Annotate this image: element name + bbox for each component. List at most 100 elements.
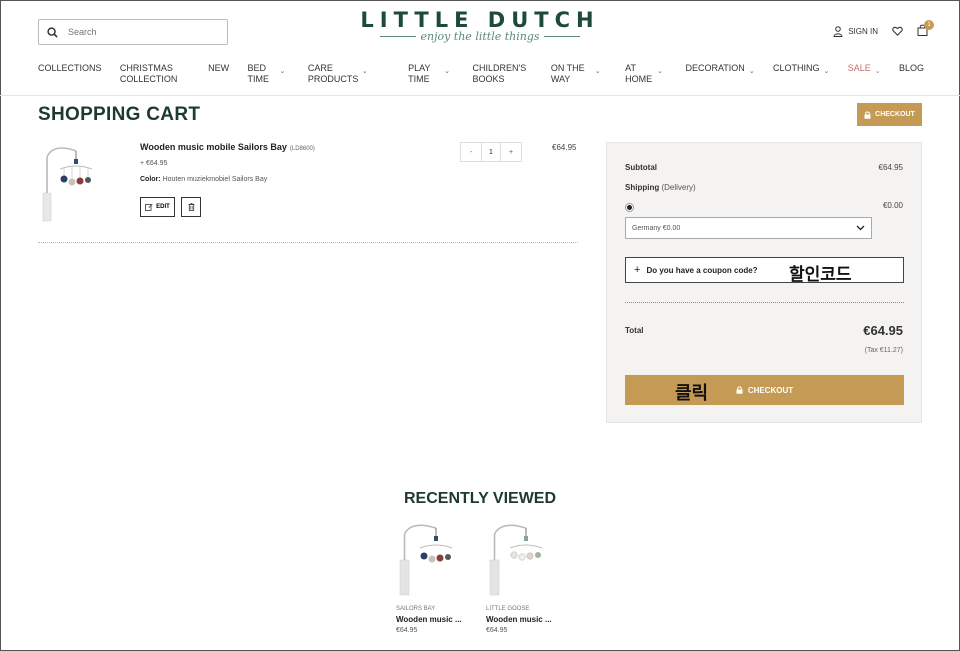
edit-button[interactable]: EDIT [140, 197, 175, 217]
nav-care-products[interactable]: CARE PRODUCTS ⌄ [308, 63, 390, 85]
color-label: Color: [140, 176, 161, 183]
chevron-down-icon: ⌄ [657, 68, 664, 75]
nav-label: BED TIME [247, 63, 270, 84]
nav-new[interactable]: NEW [208, 63, 229, 85]
logo-wordmark: LITTLE DUTCH [360, 8, 600, 32]
logo-tagline: enjoy the little things [420, 30, 540, 43]
edit-label: EDIT [156, 204, 170, 210]
trash-icon [188, 203, 194, 211]
heart-icon[interactable] [892, 26, 903, 36]
lock-icon [736, 386, 743, 394]
qty-decrease-button[interactable]: - [461, 143, 481, 161]
checkout-label: CHECKOUT [875, 111, 915, 118]
chevron-down-icon: ⌄ [874, 68, 881, 75]
click-annotation: 클릭 [675, 383, 709, 404]
coupon-annotation: 할인코드 [789, 265, 852, 285]
nav-clothing[interactable]: CLOTHING ⌄ [773, 63, 829, 85]
total-value: €64.95 [863, 323, 903, 338]
recently-viewed-card[interactable]: LITTLE GOOSE Wooden music ... €64.95 [486, 522, 566, 634]
product-name[interactable]: Wooden music mobile Sailors Bay (LD8600) [140, 142, 315, 152]
checkout-button[interactable]: CHECKOUT [625, 375, 904, 405]
product-image [489, 524, 543, 596]
order-summary: Subtotal €64.95 Shipping (Delivery) €0.0… [606, 142, 922, 423]
nav-bed-time[interactable]: BED TIME ⌄ [248, 63, 290, 85]
tax-note: (Tax €11.27) [864, 347, 903, 354]
cart-count-badge: 1 [924, 20, 934, 30]
nav-blog[interactable]: BLOG [899, 63, 924, 85]
qty-input[interactable]: 1 [481, 143, 501, 161]
nav-at-home[interactable]: AT HOME ⌄ [625, 63, 667, 85]
plus-icon: + [634, 264, 641, 276]
nav-decoration[interactable]: DECORATION ⌄ [685, 63, 754, 85]
summary-divider [625, 302, 904, 303]
chevron-down-icon: ⌄ [823, 68, 830, 75]
lock-icon [864, 110, 871, 119]
logo-line-right [543, 36, 580, 37]
product-name-text: Wooden music mobile Sailors Bay [140, 142, 287, 152]
recently-viewed-title: RECENTLY VIEWED [403, 490, 557, 507]
checkout-button-top[interactable]: CHECKOUT [857, 103, 922, 126]
chevron-down-icon: ⌄ [361, 68, 368, 75]
shipping-note: (Delivery) [661, 183, 696, 192]
nav-childrens-books[interactable]: CHILDREN'S BOOKS [472, 63, 532, 85]
chevron-down-icon: ⌄ [748, 68, 755, 75]
product-name: Wooden music ... [486, 615, 552, 624]
product-sku: (LD8600) [289, 146, 315, 152]
subtotal-value: €64.95 [878, 163, 903, 172]
product-brand: SAILORS BAY [396, 606, 436, 612]
nav-label: NEW [208, 63, 230, 73]
nav-collections[interactable]: COLLECTIONS [38, 63, 102, 85]
nav-on-the-way[interactable]: ON THE WAY ⌄ [551, 63, 607, 85]
quantity-stepper: - 1 + [460, 142, 522, 162]
nav-christmas-collection[interactable]: CHRISTMAS COLLECTION [120, 63, 190, 85]
nav-label: SALE [847, 63, 871, 73]
qty-increase-button[interactable]: + [501, 143, 521, 161]
logo-line-left [380, 36, 417, 37]
subtotal-label: Subtotal [625, 163, 657, 172]
shipping-row: Shipping (Delivery) [625, 183, 696, 192]
cart-link[interactable]: 1 [917, 20, 934, 38]
nav-label: AT HOME [625, 63, 653, 84]
nav-label: DECORATION [685, 63, 745, 73]
nav-label: CLOTHING [773, 63, 820, 73]
shipping-select-value: Germany €0.00 [632, 224, 681, 232]
product-brand: LITTLE GOOSE [486, 606, 530, 612]
sign-in-label: SIGN IN [848, 26, 878, 36]
delete-button[interactable] [181, 197, 201, 217]
coupon-toggle[interactable]: + Do you have a coupon code? [625, 257, 904, 283]
shipping-country-select[interactable]: Germany €0.00 [625, 217, 872, 239]
color-value: Houten muziekmobiel Sailors Bay [162, 176, 268, 183]
product-sub-price: + €64.95 [140, 160, 168, 167]
nav-label: CHILDREN'S BOOKS [472, 63, 527, 84]
shipping-radio[interactable] [625, 203, 634, 212]
nav-label: BLOG [898, 63, 924, 73]
shipping-label: Shipping [625, 183, 660, 192]
recently-viewed-card[interactable]: SAILORS BAY Wooden music ... €64.95 [396, 522, 476, 634]
page-title: SHOPPING CART [38, 104, 201, 125]
item-divider [38, 242, 578, 243]
chevron-down-icon: ⌄ [279, 68, 286, 75]
site-logo[interactable]: LITTLE DUTCH enjoy the little things [360, 8, 600, 43]
nav-divider [0, 95, 960, 96]
line-price: €64.95 [552, 143, 577, 152]
nav-sale[interactable]: SALE ⌄ [848, 63, 881, 85]
search-box[interactable] [38, 19, 228, 45]
product-color: Color: Houten muziekmobiel Sailors Bay [140, 176, 267, 183]
total-label: Total [625, 326, 644, 335]
sign-in-link[interactable]: SIGN IN [833, 25, 878, 37]
product-image [399, 524, 453, 596]
header-actions: SIGN IN 1 [833, 20, 934, 38]
product-price: €64.95 [396, 627, 418, 634]
nav-label: CARE PRODUCTS [307, 63, 359, 84]
nav-label: ON THE WAY [550, 63, 585, 84]
chevron-down-icon [856, 225, 865, 231]
shipping-value: €0.00 [882, 201, 903, 210]
main-nav: COLLECTIONS CHRISTMAS COLLECTION NEW BED… [38, 63, 924, 85]
nav-play-time[interactable]: PLAY TIME ⌄ [408, 63, 454, 85]
search-input[interactable] [68, 27, 208, 37]
product-image[interactable] [38, 143, 98, 223]
chevron-down-icon: ⌄ [444, 68, 451, 75]
product-price: €64.95 [486, 627, 508, 634]
nav-label: COLLECTIONS [38, 63, 102, 73]
edit-icon [145, 204, 153, 211]
